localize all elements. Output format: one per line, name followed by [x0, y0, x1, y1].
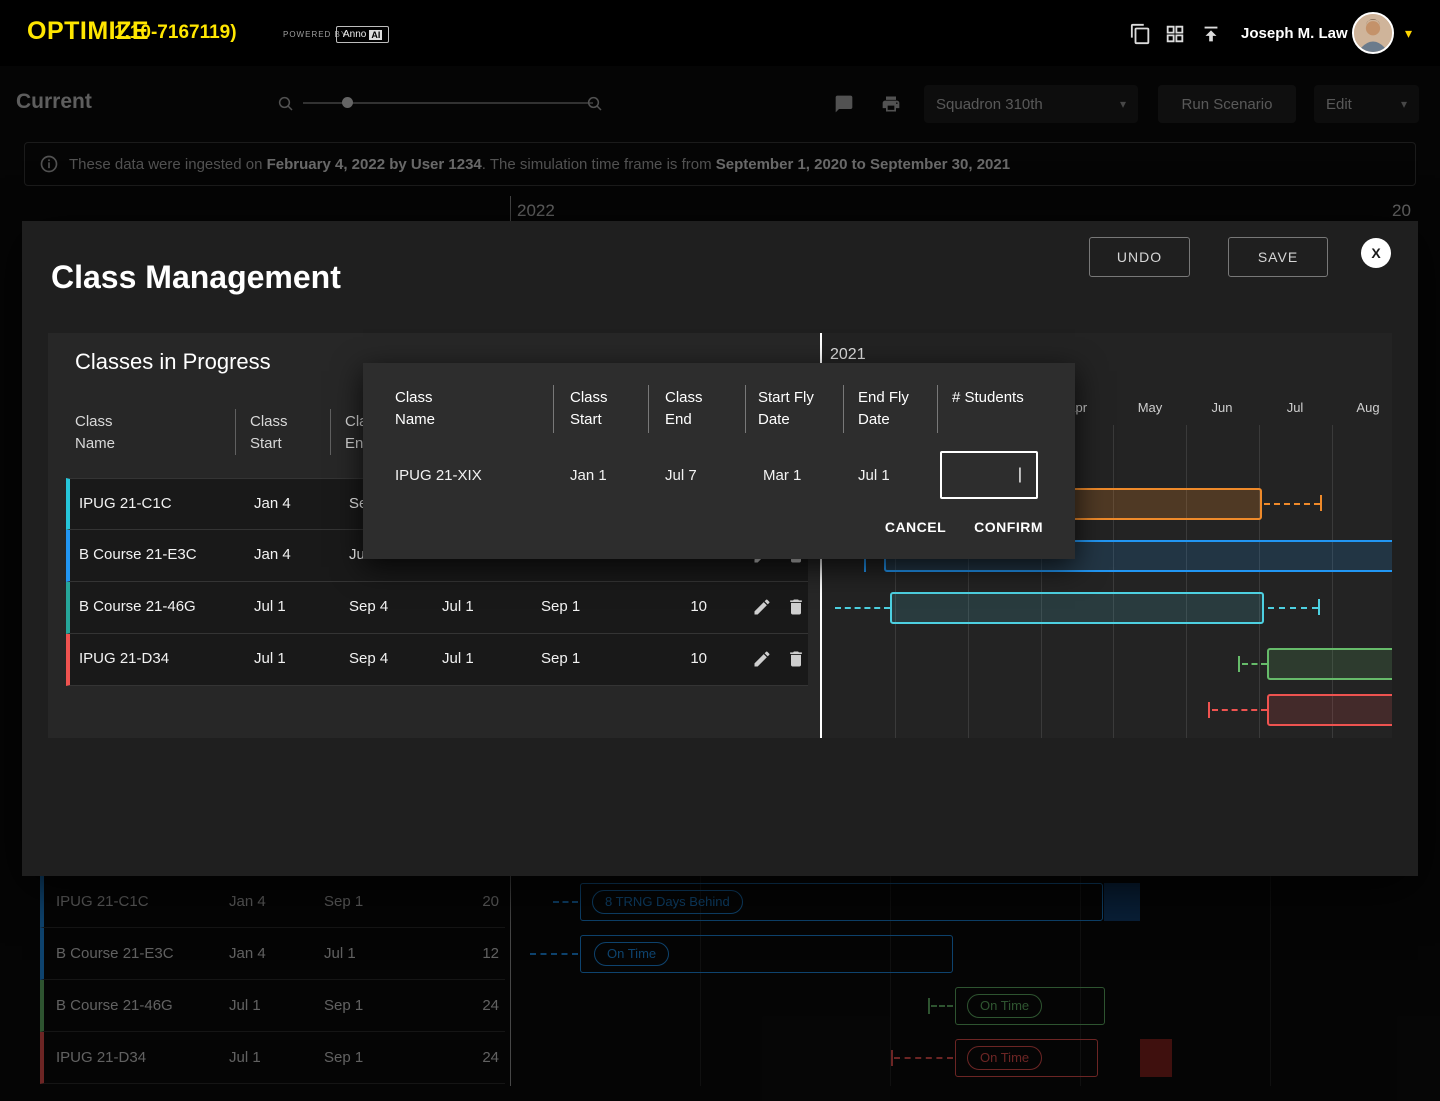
- gantt-tick: [1238, 656, 1240, 672]
- gantt-dash: [1268, 607, 1318, 609]
- table-row: IPUG 21-D34 Jul 1 Sep 4 Jul 1 Sep 1 10: [66, 634, 808, 686]
- gantt-dash: [1242, 663, 1267, 665]
- upload-icon[interactable]: [1200, 23, 1222, 45]
- cell-class-start: Jan 4: [254, 546, 291, 563]
- delete-icon[interactable]: [786, 649, 806, 669]
- user-menu-chevron-icon[interactable]: ▾: [1405, 25, 1412, 42]
- column-header-start-fly: Start FlyDate: [758, 387, 814, 431]
- gantt-year-label: 2021: [830, 346, 866, 364]
- header-divider: [745, 385, 746, 433]
- gantt-tick: [1208, 702, 1210, 718]
- gantt-bar-green[interactable]: [1267, 648, 1392, 680]
- table-row: B Course 21-46G Jul 1 Sep 4 Jul 1 Sep 1 …: [66, 582, 808, 634]
- month-label: Aug: [1348, 400, 1388, 415]
- text-cursor: |: [1018, 466, 1022, 484]
- cell-end-fly: Sep 1: [541, 650, 580, 667]
- popup-actions: CANCEL CONFIRM: [885, 519, 1043, 535]
- cell-class-name: IPUG 21-C1C: [79, 495, 172, 512]
- column-header-end-fly: End FlyDate: [858, 387, 909, 431]
- cell-class-name: B Course 21-E3C: [79, 546, 197, 563]
- cell-start-fly[interactable]: Mar 1: [763, 467, 801, 484]
- header-divider: [843, 385, 844, 433]
- confirm-button[interactable]: CONFIRM: [974, 519, 1043, 535]
- header-divider: [553, 385, 554, 433]
- gantt-dash: [835, 607, 890, 609]
- cell-class-name: IPUG 21-XIX: [395, 467, 482, 484]
- class-management-dialog: Class Management UNDO SAVE X Classes in …: [22, 221, 1418, 876]
- column-header-class-name: ClassName: [75, 411, 115, 455]
- header-divider: [330, 409, 331, 455]
- month-label: May: [1130, 400, 1170, 415]
- cell-class-start: Jan 4: [254, 495, 291, 512]
- column-header-class-end: ClassEnd: [665, 387, 703, 431]
- column-header-students: # Students: [952, 387, 1024, 409]
- cell-class-start[interactable]: Jan 1: [570, 467, 607, 484]
- brand-badge: Anno AI: [336, 26, 389, 43]
- panel-title: Classes in Progress: [75, 349, 271, 375]
- cell-class-end[interactable]: Jul 7: [665, 467, 697, 484]
- students-input[interactable]: |: [940, 451, 1038, 499]
- gridline: [1259, 425, 1260, 738]
- edit-icon[interactable]: [752, 649, 772, 669]
- header-divider: [937, 385, 938, 433]
- gantt-bar-red[interactable]: [1267, 694, 1392, 726]
- brand-suffix: AI: [369, 30, 382, 40]
- cell-class-name: IPUG 21-D34: [79, 650, 169, 667]
- dialog-title: Class Management: [51, 259, 341, 296]
- cell-start-fly: Jul 1: [442, 650, 474, 667]
- save-button[interactable]: SAVE: [1228, 237, 1328, 277]
- cell-end-fly: Sep 1: [541, 598, 580, 615]
- grid-icon[interactable]: [1164, 23, 1186, 45]
- gridline: [1113, 425, 1114, 738]
- header-divider: [235, 409, 236, 455]
- header-divider: [648, 385, 649, 433]
- cell-class-end: Sep 4: [349, 598, 388, 615]
- cancel-button[interactable]: CANCEL: [885, 519, 946, 535]
- cell-class-start: Jul 1: [254, 598, 286, 615]
- cell-class-end: Sep 4: [349, 650, 388, 667]
- avatar[interactable]: [1352, 12, 1394, 54]
- gantt-tick: [1318, 599, 1320, 615]
- edit-class-popup: ClassName ClassStart ClassEnd Start FlyD…: [363, 363, 1075, 559]
- edit-icon[interactable]: [752, 597, 772, 617]
- gridline: [1186, 425, 1187, 738]
- column-header-class-name: ClassName: [395, 387, 435, 431]
- undo-button[interactable]: UNDO: [1089, 237, 1190, 277]
- column-header-class-start: ClassStart: [250, 411, 288, 455]
- user-name[interactable]: Joseph M. Law: [1241, 25, 1348, 42]
- app-version: 1.10-7167119): [114, 22, 237, 44]
- month-label: Jun: [1202, 400, 1242, 415]
- close-button[interactable]: X: [1361, 238, 1391, 268]
- cell-class-name: B Course 21-46G: [79, 598, 196, 615]
- cell-end-fly[interactable]: Jul 1: [858, 467, 890, 484]
- windows-icon[interactable]: [1130, 23, 1152, 45]
- gantt-bar-cyan[interactable]: [890, 592, 1264, 624]
- gridline: [1332, 425, 1333, 738]
- app-root: Current Squadron 310th ▾ Run Scenario Ed…: [0, 0, 1440, 1101]
- month-label: Jul: [1275, 400, 1315, 415]
- gantt-dash: [1212, 709, 1267, 711]
- cell-students: 10: [617, 650, 707, 667]
- column-header-class-start: ClassStart: [570, 387, 608, 431]
- app-header: OPTIMIZE 1.10-7167119) POWERED BY Anno A…: [0, 0, 1440, 66]
- cell-start-fly: Jul 1: [442, 598, 474, 615]
- delete-icon[interactable]: [786, 597, 806, 617]
- cell-class-start: Jul 1: [254, 650, 286, 667]
- cell-students: 10: [617, 598, 707, 615]
- brand-name: Anno: [343, 29, 366, 40]
- gantt-tick: [1320, 495, 1322, 511]
- gantt-dash: [1264, 503, 1320, 505]
